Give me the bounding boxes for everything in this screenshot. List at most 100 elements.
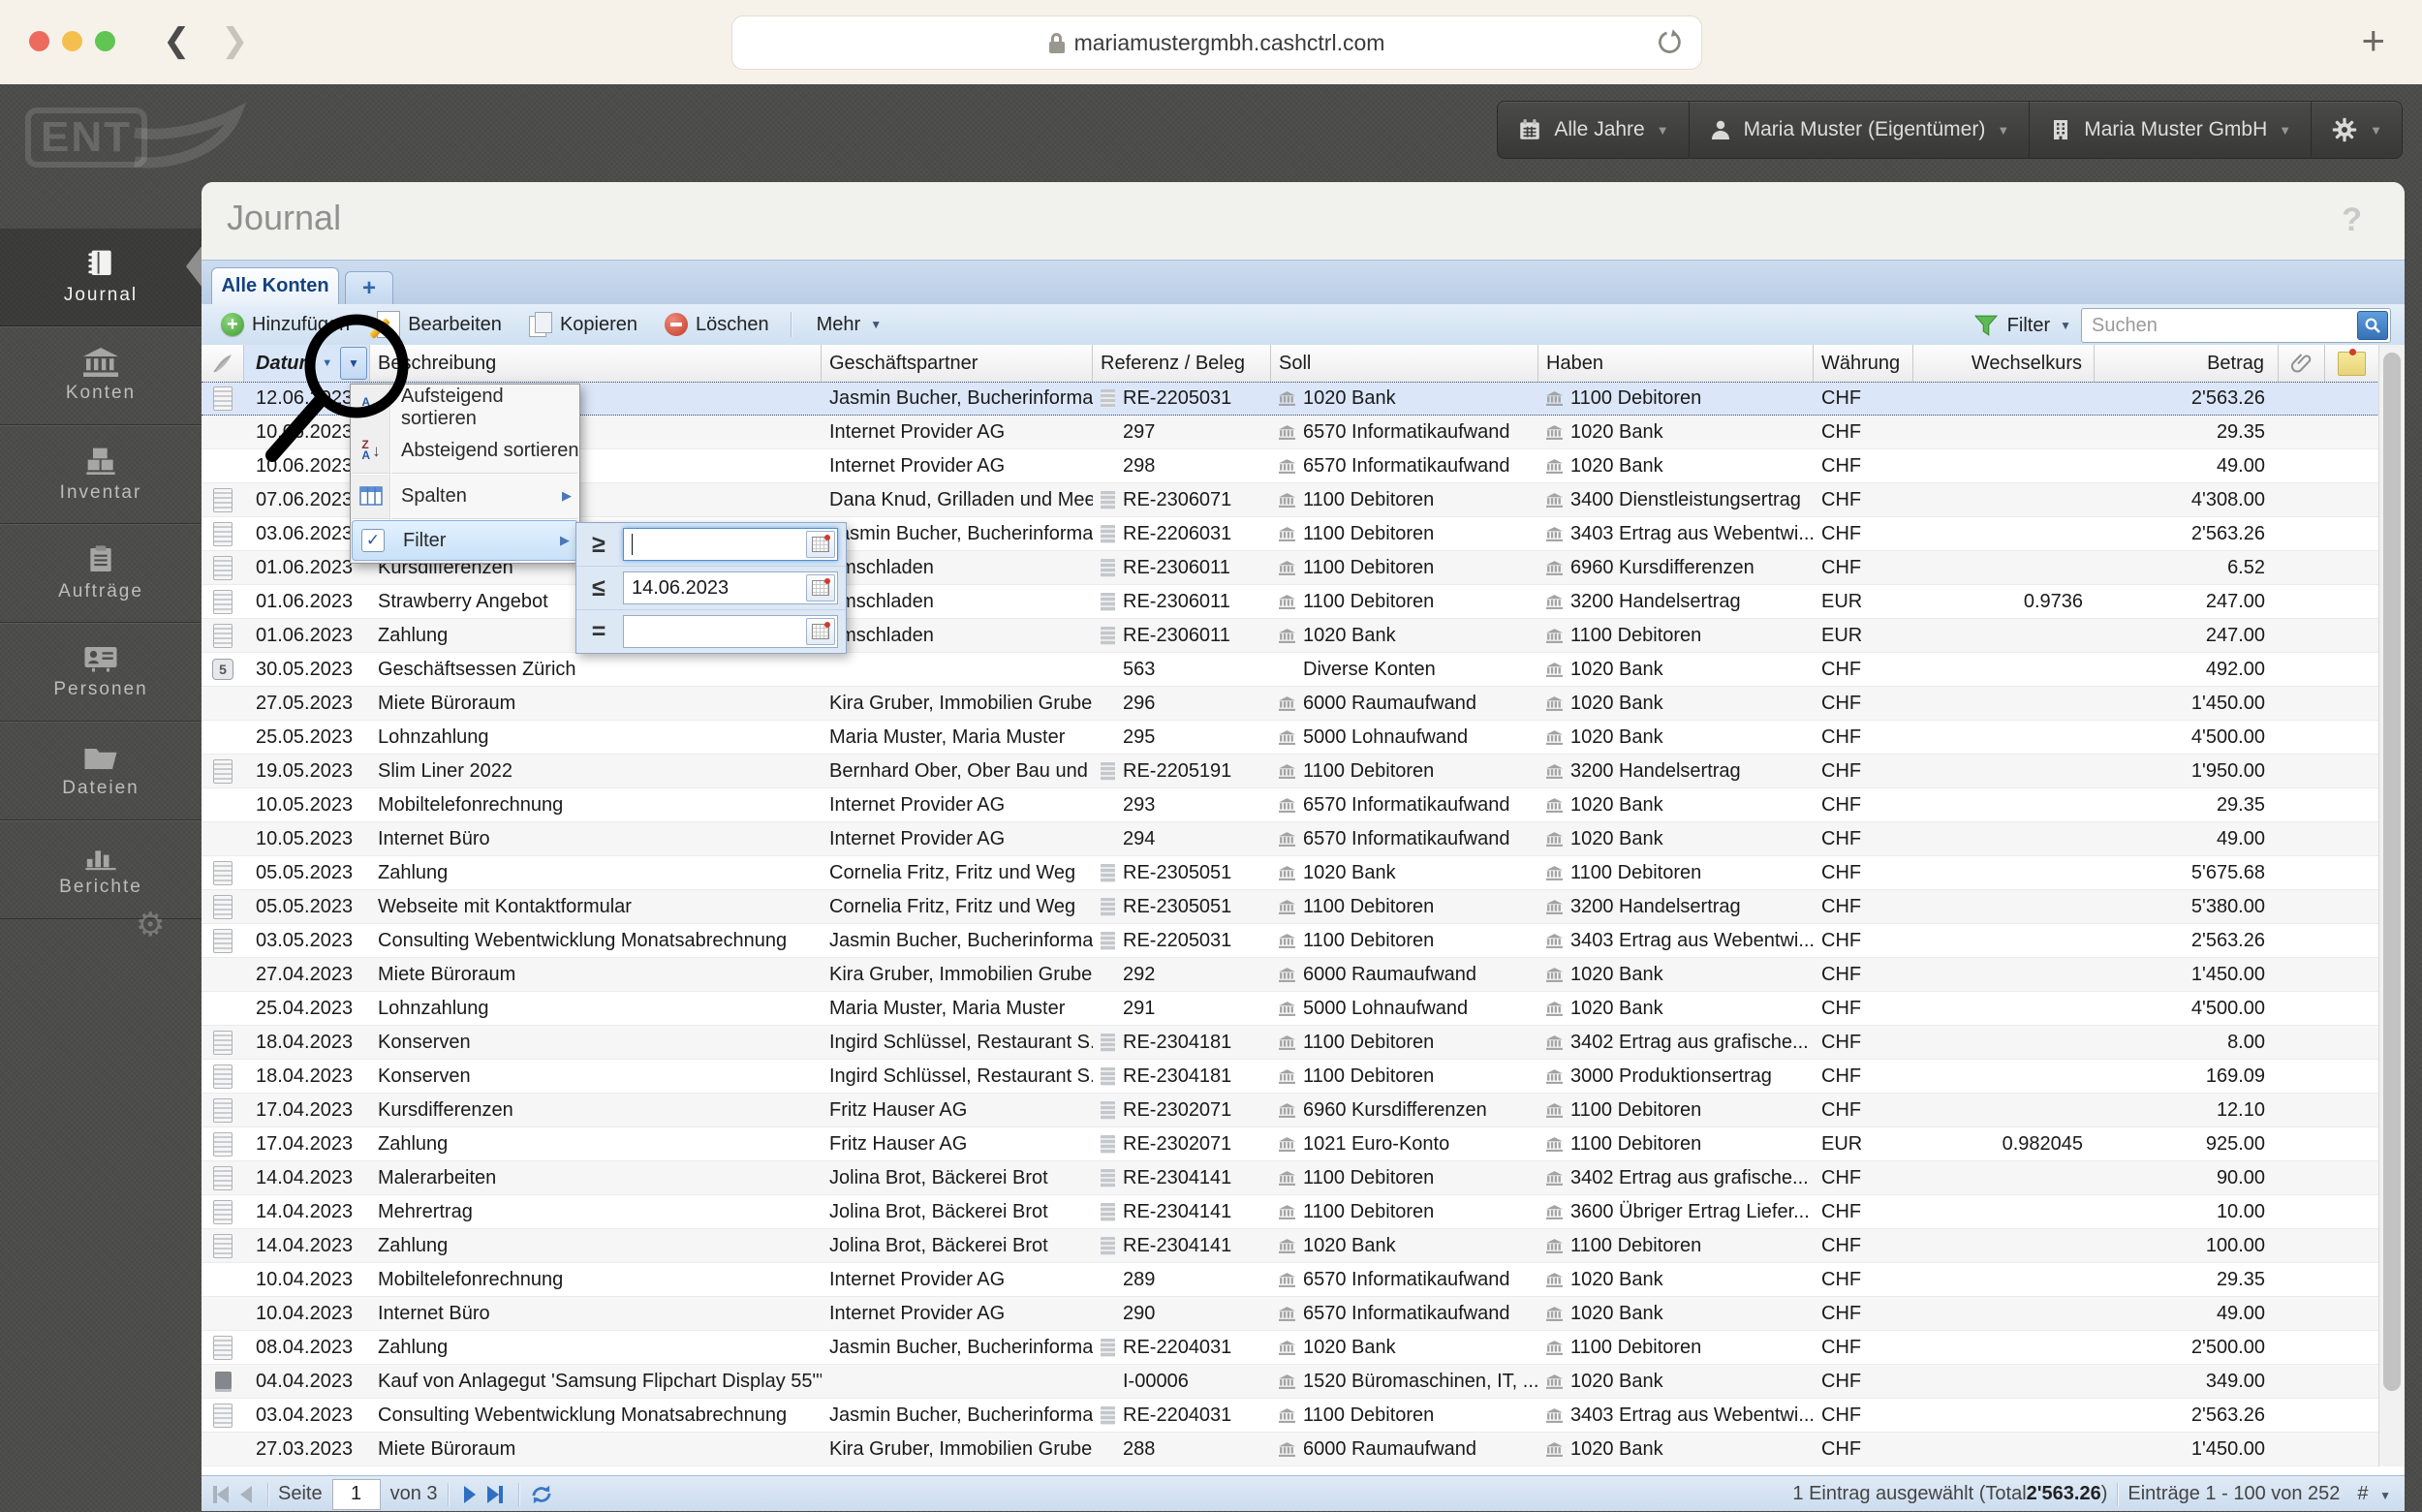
filter-checkbox[interactable]: ✓	[358, 529, 388, 552]
search-input[interactable]	[2090, 312, 2345, 339]
page-number-input[interactable]	[331, 1478, 381, 1510]
settings-button[interactable]: ▼	[2311, 101, 2403, 159]
table-row[interactable]: 27.03.2023 Miete Büroraum Kira Gruber, I…	[202, 1433, 2405, 1466]
column-header-geschaeftspartner[interactable]: Geschäftspartner	[822, 345, 1093, 382]
sidebar-item-auftraege[interactable]: Aufträge	[0, 524, 202, 623]
cell-beschreibung: Internet Büro	[378, 827, 490, 849]
address-bar[interactable]: mariamustergmbh.cashctrl.com	[731, 15, 1702, 70]
add-button[interactable]: + Hinzufügen	[209, 308, 361, 341]
sidebar-item-inventar[interactable]: Inventar	[0, 425, 202, 524]
cell-beschreibung: Miete Büroraum	[378, 692, 516, 714]
table-row[interactable]: 14.04.2023 Malerarbeiten Jolina Brot, Bä…	[202, 1161, 2405, 1195]
table-row[interactable]: 10.04.2023 Mobiltelefonrechnung Internet…	[202, 1263, 2405, 1297]
scrollbar-thumb[interactable]	[2383, 353, 2401, 1391]
table-row[interactable]: 27.04.2023 Miete Büroraum Kira Gruber, I…	[202, 958, 2405, 992]
filter-button[interactable]: Filter ▼	[2007, 315, 2071, 337]
column-header-soll[interactable]: Soll	[1271, 345, 1538, 382]
column-header-note[interactable]	[2325, 345, 2378, 382]
table-row[interactable]: 10.05.2023 Mobiltelefonrechnung Internet…	[202, 788, 2405, 822]
menu-item-sort-descending[interactable]: Z A ↓ Absteigend sortieren	[351, 429, 579, 472]
sidebar-item-dateien[interactable]: Dateien	[0, 722, 202, 820]
table-row[interactable]: 01.06.2023 Strawberry Angebot amschladen…	[202, 585, 2405, 619]
table-row[interactable]: 25.04.2023 Lohnzahlung Maria Muster, Mar…	[202, 992, 2405, 1026]
column-header-attachment[interactable]	[202, 345, 244, 382]
date-picker-button[interactable]	[806, 574, 835, 602]
refresh-icon[interactable]	[529, 1482, 554, 1507]
user-menu-button[interactable]: Maria Muster (Eigentümer) ▼	[1688, 101, 2030, 159]
column-header-paperclip[interactable]	[2279, 345, 2325, 382]
date-picker-button[interactable]	[806, 618, 835, 645]
cell-waehrung: CHF	[1821, 488, 1862, 510]
table-row[interactable]: 03.05.2023 Consulting Webentwicklung Mon…	[202, 924, 2405, 958]
vertical-scrollbar[interactable]	[2378, 345, 2405, 1466]
table-row[interactable]: 17.04.2023 Zahlung Fritz Hauser AG RE-23…	[202, 1127, 2405, 1161]
year-filter-button[interactable]: Alle Jahre ▼	[1497, 101, 1689, 159]
date-picker-button[interactable]	[806, 531, 835, 558]
eq-date-input[interactable]	[624, 619, 779, 644]
edit-button[interactable]: Bearbeiten	[365, 308, 513, 341]
table-row[interactable]: 05.05.2023 Webseite mit Kontaktformular …	[202, 890, 2405, 924]
page-size-button[interactable]: # ▼	[2357, 1483, 2405, 1505]
column-header-datum[interactable]: Datum ▼ ▼	[244, 345, 370, 382]
table-row[interactable]: 18.04.2023 Konserven Ingird Schlüssel, R…	[202, 1060, 2405, 1094]
last-page-button[interactable]	[486, 1485, 503, 1503]
menu-item-filter[interactable]: ✓ Filter ▶	[352, 520, 578, 561]
cell-attachment	[2279, 653, 2325, 686]
menu-item-columns[interactable]: Spalten ▶	[351, 475, 579, 517]
table-row[interactable]: 05.05.2023 Zahlung Cornelia Fritz, Fritz…	[202, 856, 2405, 890]
gte-date-input[interactable]	[624, 532, 779, 557]
window-minimize-button[interactable]	[62, 31, 82, 51]
table-row[interactable]: 17.04.2023 Kursdifferenzen Fritz Hauser …	[202, 1094, 2405, 1127]
column-header-beschreibung[interactable]: Beschreibung	[370, 345, 822, 382]
menu-item-sort-ascending[interactable]: A Z ↑ Aufsteigend sortieren	[351, 386, 579, 429]
browser-back-button[interactable]: ❮	[163, 21, 191, 60]
column-header-haben[interactable]: Haben	[1538, 345, 1814, 382]
browser-forward-button[interactable]: ❯	[221, 21, 249, 60]
add-tab-button[interactable]: +	[345, 271, 393, 304]
table-row[interactable]: 10.04.2023 Internet Büro Internet Provid…	[202, 1297, 2405, 1331]
active-item-pointer	[186, 245, 202, 288]
column-header-waehrung[interactable]: Währung	[1814, 345, 1913, 382]
copy-button[interactable]: Kopieren	[517, 308, 649, 341]
new-tab-button[interactable]: +	[2361, 17, 2385, 64]
more-button[interactable]: Mehr ▼	[805, 308, 893, 341]
table-row[interactable]: 27.05.2023 Miete Büroraum Kira Gruber, I…	[202, 687, 2405, 721]
next-page-button[interactable]	[463, 1485, 476, 1503]
sidebar-item-konten[interactable]: Konten	[0, 326, 202, 425]
table-row[interactable]: 10.05.2023 Internet Büro Internet Provid…	[202, 822, 2405, 856]
sidebar-item-personen[interactable]: Personen	[0, 623, 202, 722]
column-dropdown-button[interactable]: ▼	[340, 347, 367, 380]
reload-icon[interactable]	[1655, 28, 1684, 57]
org-menu-button[interactable]: Maria Muster GmbH ▼	[2029, 101, 2312, 159]
window-close-button[interactable]	[29, 31, 49, 51]
table-row[interactable]: 03.04.2023 Consulting Webentwicklung Mon…	[202, 1399, 2405, 1433]
column-header-wechselkurs[interactable]: Wechselkurs	[1913, 345, 2095, 382]
footer-separator	[447, 1482, 449, 1506]
table-row[interactable]: 18.04.2023 Konserven Ingird Schlüssel, R…	[202, 1026, 2405, 1060]
sort-descending-icon: Z A ↓	[361, 438, 381, 462]
sidebar-item-berichte[interactable]: Berichte	[0, 820, 202, 919]
lte-date-input[interactable]	[624, 575, 779, 601]
column-header-betrag[interactable]: Betrag	[2095, 345, 2279, 382]
table-row[interactable]: 14.04.2023 Mehrertrag Jolina Brot, Bäcke…	[202, 1195, 2405, 1229]
tab-alle-konten[interactable]: Alle Konten	[211, 267, 339, 304]
sidebar-gear-icon[interactable]: ⚙	[136, 906, 165, 944]
table-row[interactable]: 5 30.05.2023 Geschäftsessen Zürich 563 D…	[202, 653, 2405, 687]
table-row[interactable]: 01.06.2023 Zahlung amschladen RE-2306011…	[202, 619, 2405, 653]
search-button[interactable]	[2357, 311, 2388, 340]
calendar-icon	[1520, 119, 1540, 139]
delete-button[interactable]: Löschen	[653, 308, 781, 341]
help-icon[interactable]: ?	[2342, 201, 2362, 239]
table-row[interactable]: 14.04.2023 Zahlung Jolina Brot, Bäckerei…	[202, 1229, 2405, 1263]
first-page-button[interactable]	[213, 1485, 229, 1503]
sidebar-item-journal[interactable]: Journal	[0, 228, 202, 326]
table-row[interactable]: 25.05.2023 Lohnzahlung Maria Muster, Mar…	[202, 721, 2405, 755]
window-zoom-button[interactable]	[95, 31, 115, 51]
table-row[interactable]: 19.05.2023 Slim Liner 2022 Bernhard Ober…	[202, 755, 2405, 788]
cell-betrag: 29.35	[2216, 793, 2265, 816]
table-row[interactable]: 08.04.2023 Zahlung Jasmin Bucher, Bucher…	[202, 1331, 2405, 1365]
cell-referenz: RE-2306011	[1093, 551, 1271, 584]
column-header-referenz[interactable]: Referenz / Beleg	[1093, 345, 1271, 382]
prev-page-button[interactable]	[240, 1485, 252, 1503]
table-row[interactable]: 04.04.2023 Kauf von Anlagegut 'Samsung F…	[202, 1365, 2405, 1399]
